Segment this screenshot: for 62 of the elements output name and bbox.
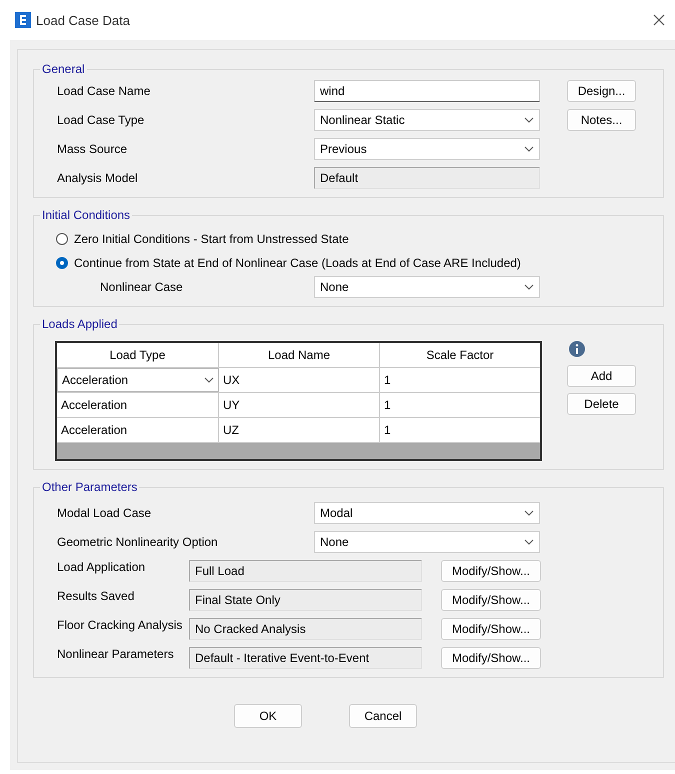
group-title: Other Parameters	[41, 480, 138, 494]
field-label: Load Application	[57, 560, 146, 574]
readonly-field: Default - Iterative Event-to-Event	[189, 647, 422, 669]
dialog-button[interactable]: Cancel	[349, 704, 417, 728]
table-cell[interactable]: Acceleration	[57, 393, 219, 417]
info-icon[interactable]	[569, 341, 585, 357]
readonly-field: Final State Only	[189, 589, 422, 611]
dialog-button[interactable]: Notes...	[567, 109, 636, 131]
readonly-field: Full Load	[189, 560, 422, 582]
caret-icon	[204, 377, 214, 383]
app-logo-icon	[15, 12, 31, 28]
dialog-button[interactable]: Delete	[567, 393, 636, 415]
modify-show-button[interactable]: Modify/Show...	[441, 647, 541, 669]
dropdown[interactable]: None	[314, 276, 540, 298]
text-field[interactable]: wind	[314, 80, 540, 102]
table-cell[interactable]: 1	[380, 368, 540, 392]
caret-icon	[524, 117, 534, 123]
field-label: Geometric Nonlinearity Option	[57, 535, 219, 549]
caret-icon	[524, 146, 534, 152]
column-header: Scale Factor	[425, 347, 495, 364]
close-icon[interactable]	[653, 14, 665, 26]
column-header: Load Name	[219, 343, 380, 367]
table-cell[interactable]: 1	[380, 393, 540, 417]
dropdown[interactable]: Modal	[314, 502, 540, 524]
modify-show-button[interactable]: Modify/Show...	[441, 589, 541, 611]
dropdown[interactable]: Nonlinear Static	[314, 109, 540, 131]
field-label: Floor Cracking Analysis	[57, 618, 184, 632]
field-label: Load Case Type	[57, 113, 146, 127]
field-label: Results Saved	[57, 589, 136, 603]
caret-icon	[524, 510, 534, 516]
dialog-button[interactable]: OK	[234, 704, 302, 728]
dialog-button[interactable]: Design...	[567, 80, 636, 102]
radio-label[interactable]: Zero Initial Conditions - Start from Unstressed State	[74, 232, 349, 246]
modify-show-button[interactable]: Modify/Show...	[441, 560, 541, 582]
caret-icon	[524, 284, 534, 290]
table-cell[interactable]: UY	[219, 393, 380, 417]
readonly-field: No Cracked Analysis	[189, 618, 422, 640]
column-header: Load Type	[57, 343, 219, 367]
group-title: General	[41, 62, 86, 76]
radio-label[interactable]: Continue from State at End of Nonlinear Case (Loads at End of Case ARE Included)	[74, 256, 521, 270]
table-cell[interactable]: Acceleration	[57, 418, 219, 442]
field-label: Analysis Model	[57, 171, 139, 185]
caret-icon	[524, 539, 534, 545]
table-cell[interactable]: UZ	[219, 418, 380, 442]
dropdown[interactable]: Previous	[314, 138, 540, 160]
window-title: Load Case Data	[36, 12, 130, 28]
dialog-button[interactable]: Add	[567, 365, 636, 387]
field-label: Nonlinear Case	[99, 280, 184, 294]
table-cell[interactable]: UX	[219, 368, 380, 392]
field-label: Mass Source	[57, 142, 128, 156]
field-label: Load Case Name	[57, 84, 152, 98]
radio-button[interactable]	[56, 257, 68, 269]
readonly-field: Default	[314, 167, 540, 189]
table-cell[interactable]: Acceleration	[57, 368, 219, 392]
field-label: Nonlinear Parameters	[57, 647, 175, 661]
group-title: Initial Conditions	[41, 208, 132, 222]
radio-button[interactable]	[56, 233, 68, 245]
field-label: Modal Load Case	[57, 506, 152, 520]
dropdown[interactable]: None	[314, 531, 540, 553]
table-cell[interactable]: 1	[380, 418, 540, 442]
group-title: Loads Applied	[41, 317, 118, 331]
modify-show-button[interactable]: Modify/Show...	[441, 618, 541, 640]
